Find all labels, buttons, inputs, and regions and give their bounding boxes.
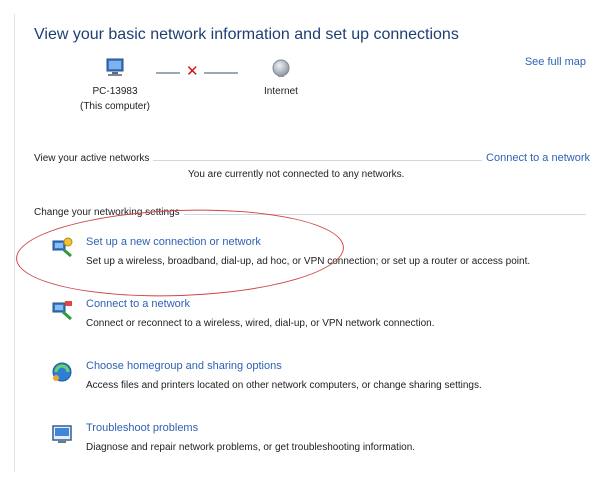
globe-icon <box>272 59 290 77</box>
network-setup-icon <box>52 237 73 258</box>
page-title: View your basic network information and … <box>34 26 459 43</box>
connect-network-link[interactable]: Connect to a network <box>86 298 190 310</box>
troubleshoot-description: Diagnose and repair network problems, or… <box>86 442 416 453</box>
troubleshoot-icon <box>52 425 72 443</box>
window-left-edge <box>14 14 15 472</box>
disconnected-x-icon: ✕ <box>186 63 199 80</box>
homegroup-description: Access files and printers located on oth… <box>86 380 482 391</box>
settings-section-label: Change your networking settings <box>34 207 184 218</box>
homegroup-link[interactable]: Choose homegroup and sharing options <box>86 360 282 372</box>
connection-status-text: You are currently not connected to any n… <box>188 169 405 180</box>
setup-connection-description: Set up a wireless, broadband, dial-up, a… <box>86 256 531 267</box>
computer-subtitle: (This computer) <box>79 101 150 112</box>
internet-label: Internet <box>264 86 298 97</box>
active-networks-label: View your active networks <box>34 153 154 164</box>
computer-name: PC-13983 <box>92 86 138 97</box>
setup-connection-link[interactable]: Set up a new connection or network <box>86 236 261 248</box>
this-computer-node[interactable]: PC-13983 (This computer) <box>60 58 170 114</box>
connect-to-network-link[interactable]: Connect to a network <box>482 152 590 164</box>
connection-line-left <box>156 72 180 74</box>
troubleshoot-link[interactable]: Troubleshoot problems <box>86 422 198 434</box>
connect-network-description: Connect or reconnect to a wireless, wire… <box>86 318 435 329</box>
connection-line-right <box>204 72 238 74</box>
internet-node[interactable]: Internet <box>236 58 326 99</box>
see-full-map-link[interactable]: See full map <box>525 56 586 68</box>
homegroup-icon <box>52 362 72 382</box>
network-connect-icon <box>52 301 72 321</box>
computer-icon <box>106 58 124 76</box>
